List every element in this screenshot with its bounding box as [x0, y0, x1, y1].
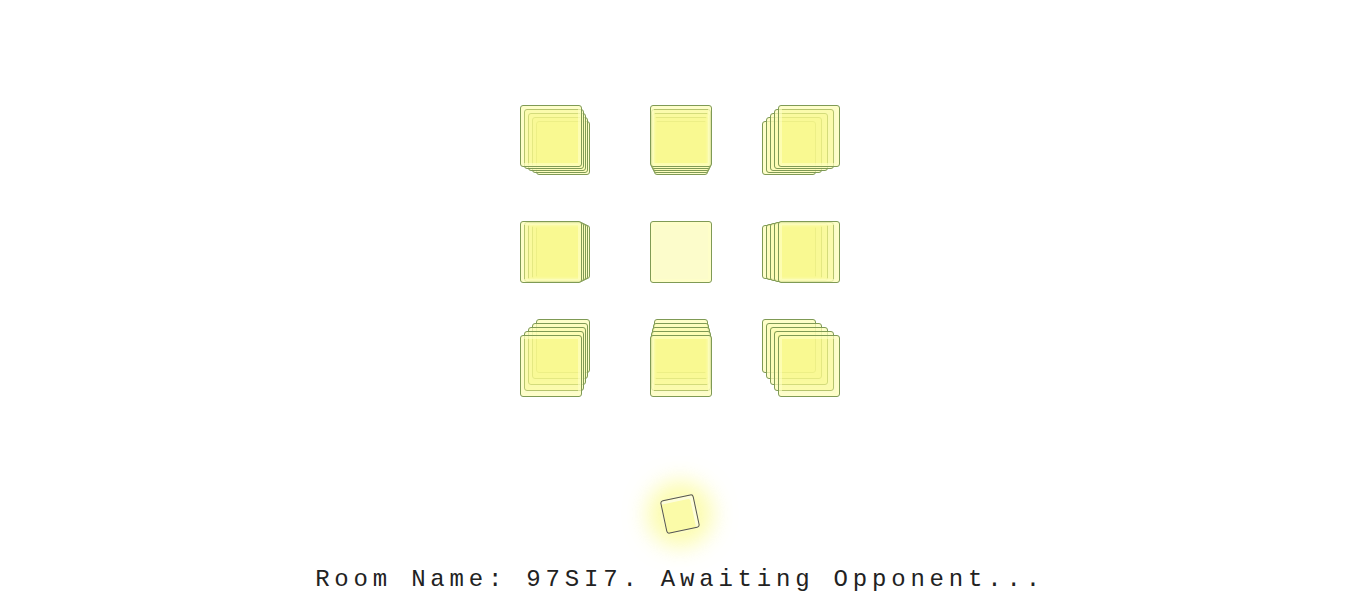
cube-layer	[520, 335, 582, 397]
cube-layer	[778, 221, 840, 283]
cube-layer	[778, 335, 840, 397]
board-cell[interactable]	[520, 211, 600, 291]
board-cell[interactable]	[760, 211, 840, 291]
status-text: Room Name: 97SI7. Awaiting Opponent...	[315, 565, 1045, 595]
board-cell[interactable]	[760, 105, 840, 185]
cube-layer	[520, 105, 582, 167]
cube-layer	[650, 105, 712, 167]
board-cell[interactable]	[520, 105, 600, 185]
game-screen: Room Name: 97SI7. Awaiting Opponent...	[0, 0, 1360, 608]
board-cell[interactable]	[520, 317, 600, 397]
cube-layer	[520, 221, 582, 283]
board-cell[interactable]	[640, 105, 720, 185]
board-cell[interactable]	[760, 317, 840, 397]
game-board	[520, 105, 840, 397]
cube-layer	[778, 105, 840, 167]
cube-layer	[650, 221, 712, 283]
board-cell[interactable]	[640, 317, 720, 397]
board-cell[interactable]	[640, 211, 720, 291]
cube-layer	[650, 335, 712, 397]
waiting-cube-icon	[661, 495, 699, 533]
